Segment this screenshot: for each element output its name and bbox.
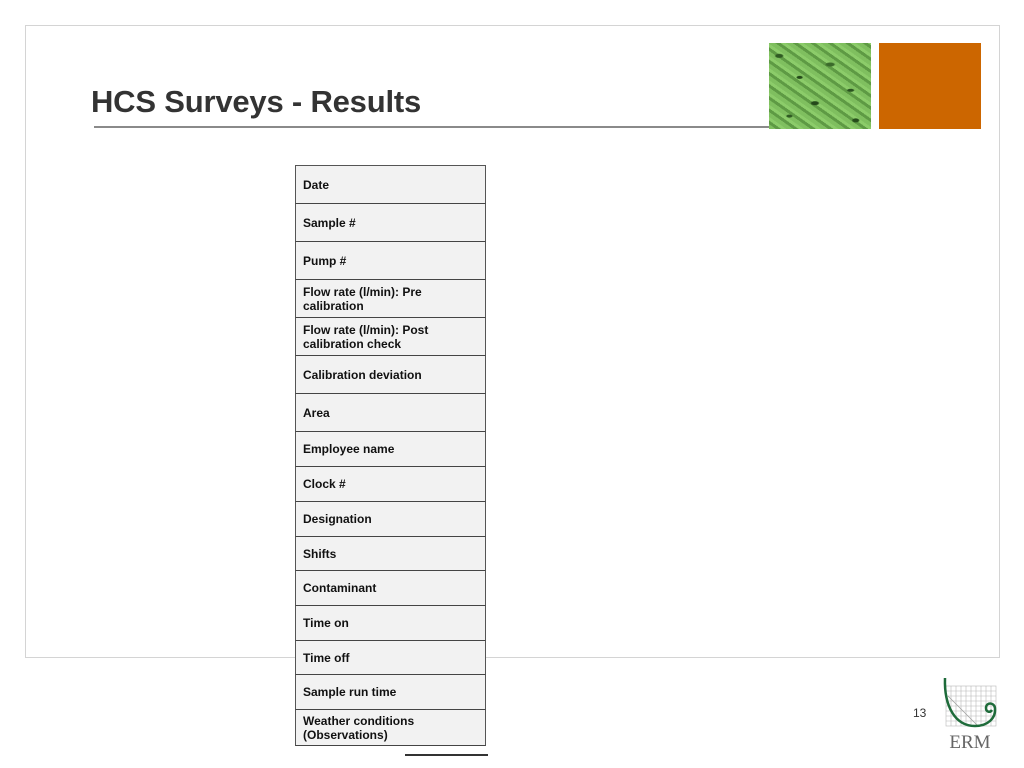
table-row: Time on — [295, 606, 486, 641]
row-label: Shifts — [303, 546, 337, 561]
row-label: Flow rate (l/min): Post calibration chec… — [303, 322, 429, 351]
table-row: Shifts — [295, 537, 486, 571]
row-label: Contaminant — [303, 581, 377, 595]
logo-grid-icon — [945, 685, 997, 727]
row-label: Date — [303, 177, 330, 192]
table-row: Pump # — [295, 242, 486, 280]
row-label: Time on — [303, 616, 349, 630]
accent-block — [879, 43, 981, 129]
table-row: Sample run time — [295, 675, 486, 710]
erm-logo: ERM — [943, 677, 997, 752]
title-divider — [94, 126, 774, 128]
row-label: Flow rate (l/min): Pre calibration — [303, 284, 422, 313]
logo-text: ERM — [949, 732, 990, 752]
row-label: Designation — [303, 512, 372, 526]
slide-title: HCS Surveys - Results — [91, 84, 422, 119]
row-label: Weather conditions (Observations) — [303, 713, 415, 742]
table-row: Clock # — [295, 467, 486, 502]
table-row: Calibration deviation — [295, 356, 486, 394]
table-row: Date — [295, 166, 486, 204]
foliage-photo — [769, 43, 871, 129]
row-label: Sample run time — [303, 685, 397, 699]
page-number: 13 — [913, 706, 927, 720]
row-label: Time off — [303, 650, 350, 665]
table-row: Flow rate (l/min): Post calibration chec… — [295, 318, 486, 356]
row-label: Sample # — [303, 215, 356, 230]
logo-spiral-icon — [943, 677, 997, 728]
table-row: Time off — [295, 641, 486, 675]
row-label: Employee name — [303, 442, 395, 456]
table-row: Flow rate (l/min): Pre calibration — [295, 280, 486, 318]
row-label: Area — [303, 405, 330, 420]
table-stub-line — [405, 754, 488, 756]
table-row: Sample # — [295, 204, 486, 242]
table-row: Designation — [295, 502, 486, 537]
table-row: Employee name — [295, 432, 486, 467]
row-label: Calibration deviation — [303, 367, 422, 382]
row-label: Clock # — [303, 477, 346, 491]
table-row: Area — [295, 394, 486, 432]
survey-fields-table: Date Sample # Pump # Flow rate (l/min): … — [295, 165, 486, 746]
table-row: Weather conditions (Observations) — [295, 710, 486, 746]
table-row: Contaminant — [295, 571, 486, 606]
row-label: Pump # — [303, 253, 347, 268]
